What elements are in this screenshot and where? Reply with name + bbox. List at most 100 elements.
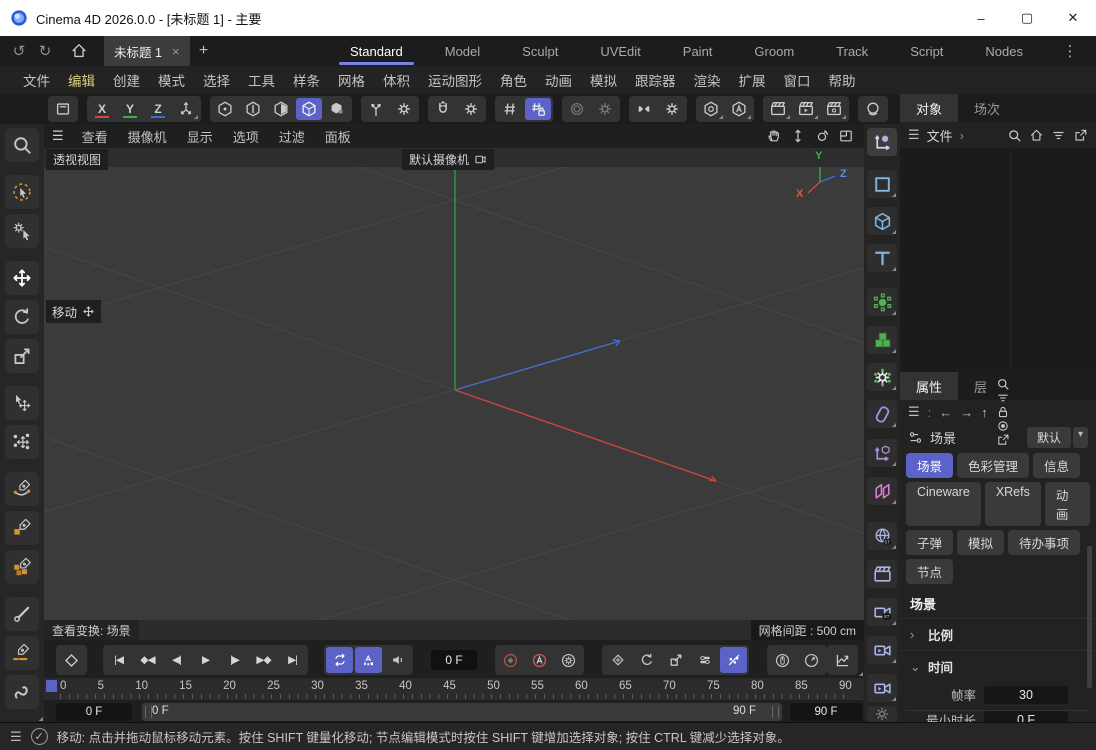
workspace-tab-uvedit[interactable]: UVEdit: [579, 36, 661, 66]
workspace-tab-standard[interactable]: Standard: [329, 36, 424, 66]
preset-default-button[interactable]: 默认: [1027, 427, 1071, 448]
loop-playback-icon[interactable]: [326, 647, 353, 673]
axis-center-icon[interactable]: [564, 98, 590, 120]
workspace-tab-model[interactable]: Model: [424, 36, 501, 66]
transport--[interactable]: ◀|: [163, 647, 190, 673]
deformer-icon[interactable]: [867, 400, 897, 428]
null-axis-icon[interactable]: [867, 439, 897, 467]
workspace-tab-track[interactable]: Track: [815, 36, 889, 66]
workspace-tab-groom[interactable]: Groom: [733, 36, 815, 66]
om-search-icon[interactable]: [1007, 128, 1022, 143]
transport--[interactable]: ▶|: [279, 647, 306, 673]
playhead-marker[interactable]: [46, 680, 57, 692]
workspace-tab-sculpt[interactable]: Sculpt: [501, 36, 579, 66]
polygons-mode-icon[interactable]: [268, 98, 294, 120]
orbit-rotate-icon[interactable]: [814, 128, 830, 144]
section-simulation[interactable]: 模拟: [957, 530, 1004, 555]
symmetry-settings-gear-icon[interactable]: [659, 98, 685, 120]
menu-样条[interactable]: 样条: [284, 70, 329, 90]
transport--[interactable]: |◀: [105, 647, 132, 673]
transport--[interactable]: ◆◀: [134, 647, 161, 673]
attribute-scrollbar[interactable]: [1087, 546, 1092, 688]
attr-search-icon[interactable]: [996, 377, 1010, 391]
attr-filter-icon[interactable]: [996, 391, 1010, 405]
menu-角色[interactable]: 角色: [491, 70, 536, 90]
fields-icon[interactable]: [867, 477, 897, 505]
line-cut-icon[interactable]: [5, 597, 39, 631]
group-time[interactable]: ⌄ 时间: [900, 650, 1096, 682]
menu-扩展[interactable]: 扩展: [730, 70, 775, 90]
menu-模拟[interactable]: 模拟: [581, 70, 626, 90]
lock-z-axis-button[interactable]: Z: [145, 98, 171, 120]
snap-settings-gear-icon[interactable]: [458, 98, 484, 120]
record-active-objects-icon[interactable]: [497, 647, 524, 673]
range-slider[interactable]: 0 F 90 F: [142, 703, 782, 721]
workplane-settings-gear-icon[interactable]: [391, 98, 417, 120]
pan-hand-icon[interactable]: [766, 128, 782, 144]
scale-tool-icon[interactable]: [5, 339, 39, 373]
section-scene[interactable]: 场景: [906, 453, 953, 478]
psr-transfer-icon[interactable]: [5, 425, 39, 459]
attr-external-icon[interactable]: [996, 433, 1010, 447]
stage-camera-icon[interactable]: ST: [867, 598, 897, 626]
workspace-menu-icon[interactable]: ⋮: [1058, 42, 1082, 60]
layout-icon[interactable]: [50, 98, 76, 120]
range-start-field[interactable]: 0 F: [56, 703, 132, 721]
key-pla-icon[interactable]: [720, 647, 747, 673]
menu-跟踪器[interactable]: 跟踪器: [626, 70, 685, 90]
key-parameters-icon[interactable]: [691, 647, 718, 673]
workspace-tab-script[interactable]: Script: [889, 36, 964, 66]
status-hamburger-icon[interactable]: ☰: [10, 729, 22, 745]
coordinate-system-icon[interactable]: [173, 98, 199, 120]
range-grip-left[interactable]: [145, 706, 152, 718]
attr-hamburger-icon[interactable]: ☰: [908, 404, 920, 420]
menu-工具[interactable]: 工具: [239, 70, 284, 90]
simulation-gear-icon[interactable]: [867, 363, 897, 391]
section-todo[interactable]: 待办事项: [1008, 530, 1080, 555]
menu-动画[interactable]: 动画: [536, 70, 581, 90]
lock-x-axis-button[interactable]: X: [89, 98, 115, 120]
om-file-menu[interactable]: 文件: [927, 126, 953, 145]
keying-settings-gear-icon[interactable]: [555, 647, 582, 673]
viewport-menu-显示[interactable]: 显示: [177, 127, 223, 146]
redo-icon[interactable]: ↻: [32, 36, 58, 66]
om-hamburger-icon[interactable]: ☰: [908, 127, 920, 143]
viewport-canvas[interactable]: 透视视图 默认摄像机 Y Z X 移动 查看变换: 场景 网格间距 : 500 …: [44, 148, 864, 640]
spline-pen-icon[interactable]: [5, 472, 39, 506]
live-selection-icon[interactable]: [5, 175, 39, 209]
motion-camera-icon[interactable]: [867, 636, 897, 664]
quantize-lock-icon[interactable]: [525, 98, 551, 120]
collapsed-chevron-icon[interactable]: ›: [910, 628, 920, 642]
interactive-render-icon[interactable]: [860, 98, 886, 120]
fps-input[interactable]: 30: [984, 686, 1068, 704]
workplane-icon[interactable]: [363, 98, 389, 120]
home-icon[interactable]: [66, 36, 92, 66]
grid-snap-icon[interactable]: [497, 98, 523, 120]
texture-mode-icon[interactable]: [324, 98, 350, 120]
edges-mode-icon[interactable]: [240, 98, 266, 120]
om-chevron-icon[interactable]: ›: [960, 128, 964, 143]
om-home-icon[interactable]: [1029, 128, 1044, 143]
section-bullet[interactable]: 子弹: [906, 530, 953, 555]
playback-rate-icon[interactable]: [798, 647, 825, 673]
range-grip-right[interactable]: [772, 706, 779, 718]
menu-文件[interactable]: 文件: [14, 70, 59, 90]
timeline-ruler[interactable]: 051015202530354045505560657075808590: [44, 678, 864, 700]
menu-创建[interactable]: 创建: [104, 70, 149, 90]
tweak-tool-icon[interactable]: [5, 214, 39, 248]
sound-icon[interactable]: [384, 647, 411, 673]
render-settings-icon[interactable]: [821, 98, 847, 120]
transport--[interactable]: |▶: [221, 647, 248, 673]
tab-attributes[interactable]: 属性: [900, 372, 958, 400]
menu-模式[interactable]: 模式: [149, 70, 194, 90]
text-object-icon[interactable]: [867, 244, 897, 272]
section-cineware[interactable]: Cineware: [906, 482, 981, 526]
sketch-pen-icon[interactable]: [5, 511, 39, 545]
section-nodes[interactable]: 节点: [906, 559, 953, 584]
viewport-menu-摄像机[interactable]: 摄像机: [118, 127, 177, 146]
document-tab[interactable]: 未标题 1 ×: [104, 36, 190, 66]
asset-axis-icon[interactable]: [867, 128, 897, 156]
viewport-menu-面板[interactable]: 面板: [315, 127, 361, 146]
timeline-graph-icon[interactable]: [829, 647, 856, 673]
plane-cut-icon[interactable]: [5, 636, 39, 670]
